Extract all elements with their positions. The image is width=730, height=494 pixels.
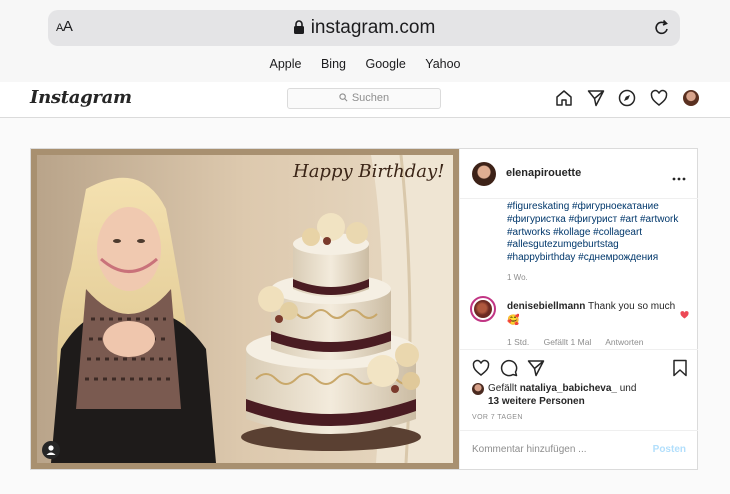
address-bar[interactable]: AA instagram.com: [48, 10, 680, 46]
post-card: Happy Birthday! elenapirouette #figuresk…: [30, 148, 698, 470]
comment-author[interactable]: denisebiellmann: [507, 301, 585, 312]
url-display[interactable]: instagram.com: [48, 17, 680, 41]
add-comment-form: Kommentar hinzufügen ... Posten: [460, 430, 698, 470]
comment-meta: 1 Std. Gefällt 1 Mal Antworten: [507, 337, 656, 347]
browser-toolbar: AA instagram.com Apple Bing Google Yahoo: [0, 0, 730, 82]
caption-line[interactable]: #figureskating #фигурноекатание: [507, 201, 692, 214]
bookmark-icon[interactable]: [672, 359, 688, 382]
instagram-logo[interactable]: Instagram: [30, 87, 132, 108]
comment-icon[interactable]: [500, 359, 518, 382]
reload-icon[interactable]: [654, 19, 670, 42]
user-tag-icon[interactable]: [42, 441, 60, 459]
owner-avatar[interactable]: [472, 162, 496, 186]
image-overlay-text: Happy Birthday!: [293, 161, 445, 182]
reply-button[interactable]: Antworten: [605, 337, 643, 347]
caption-line[interactable]: #artworks #kollage #collageart: [507, 227, 692, 240]
caption-line[interactable]: #фигуристка #фигурист #art #artwork: [507, 214, 692, 227]
post-actions: Gefällt nataliya_babicheva_ und 13 weite…: [460, 349, 698, 469]
owner-username[interactable]: elenapirouette: [506, 167, 581, 179]
post-header: elenapirouette: [460, 149, 698, 199]
favorites-bar: Apple Bing Google Yahoo: [0, 57, 730, 71]
post-comment-button[interactable]: Posten: [653, 444, 686, 455]
heart-icon[interactable]: [650, 89, 668, 112]
more-icon[interactable]: [672, 168, 686, 186]
share-icon[interactable]: [527, 359, 545, 382]
post-sidebar: elenapirouette #figureskating #фигурноек…: [459, 149, 698, 469]
explore-icon[interactable]: [618, 89, 636, 112]
search-icon: [339, 93, 348, 102]
likes-summary: Gefällt nataliya_babicheva_ und 13 weite…: [488, 383, 637, 407]
profile-avatar[interactable]: [683, 90, 699, 106]
favorite-link-yahoo[interactable]: Yahoo: [425, 57, 460, 71]
caption-line[interactable]: #allesgutezumgeburtstag: [507, 239, 692, 252]
direct-icon[interactable]: [587, 89, 605, 112]
search-input[interactable]: Suchen: [287, 88, 441, 109]
birthday-collage-image: [31, 149, 459, 469]
caption-age: 1 Wo.: [507, 273, 528, 282]
comment-like-count[interactable]: Gefällt 1 Mal: [544, 337, 592, 347]
post-date[interactable]: VOR 7 TAGEN: [472, 414, 523, 421]
comment-like-icon[interactable]: [680, 306, 689, 324]
commenter-avatar[interactable]: [470, 296, 496, 322]
other-likers-link[interactable]: 13 weitere Personen: [488, 396, 585, 407]
lock-icon: [293, 19, 305, 41]
comment-input[interactable]: Kommentar hinzufügen ...: [472, 444, 587, 455]
url-text: instagram.com: [310, 17, 436, 38]
favorite-link-bing[interactable]: Bing: [321, 57, 346, 71]
caption-line[interactable]: #happybirthday #сднемрождения: [507, 252, 692, 265]
favorite-link-apple[interactable]: Apple: [270, 57, 302, 71]
post-image[interactable]: Happy Birthday!: [31, 149, 459, 469]
home-icon[interactable]: [555, 89, 573, 112]
comment: denisebiellmann Thank you so much🥰: [507, 300, 677, 327]
like-icon[interactable]: [472, 359, 490, 382]
liker-username[interactable]: nataliya_babicheva_: [520, 383, 617, 394]
comment-age: 1 Std.: [507, 337, 530, 347]
instagram-navbar: Instagram Suchen: [0, 82, 730, 118]
favorite-link-google[interactable]: Google: [365, 57, 405, 71]
post-caption: #figureskating #фигурноекатание #фигурис…: [507, 201, 692, 265]
liker-avatar[interactable]: [472, 383, 484, 395]
